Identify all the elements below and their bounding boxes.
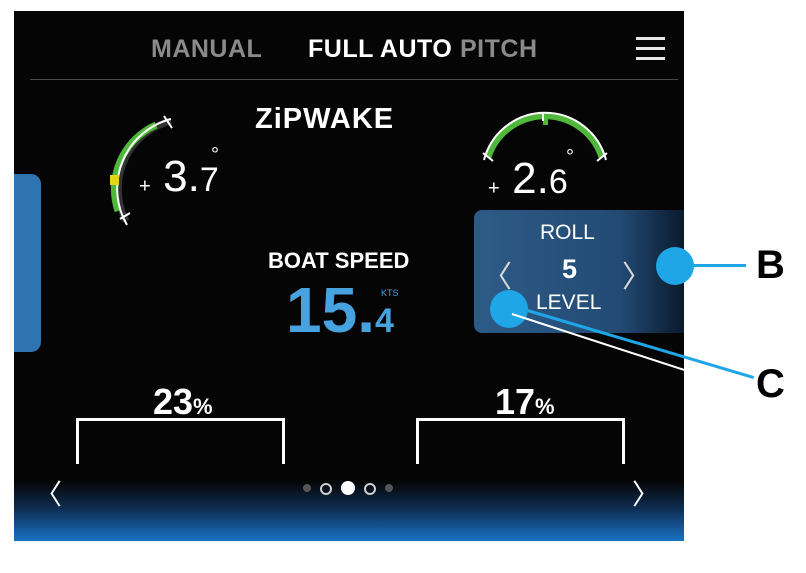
left-interceptor-unit: % <box>193 394 213 419</box>
roll-value-dec: 6 <box>548 163 568 201</box>
page-next-chevron-icon[interactable]: 〉 <box>632 473 660 513</box>
pitch-degree: ° <box>211 144 219 166</box>
zipwake-logo: ZiPWAKE <box>255 103 395 135</box>
header-divider <box>30 79 678 80</box>
boat-speed-value: 15.4 <box>286 273 394 347</box>
tab-manual[interactable]: MANUAL <box>151 35 262 64</box>
zipwake-display: MANUAL FULL AUTO PITCH ZiPWAKE + 3.7 ° +… <box>14 11 684 541</box>
left-interceptor-bar <box>76 418 285 464</box>
roll-sign: + <box>488 177 500 200</box>
boat-speed-int: 15 <box>286 274 358 346</box>
right-interceptor-value: 17 <box>495 381 536 422</box>
page-dot-3-active[interactable] <box>341 481 355 495</box>
roll-value-int: 2. <box>512 154 549 203</box>
roll-level-label: LEVEL <box>536 291 602 314</box>
page-dot-1[interactable] <box>303 484 311 492</box>
pitch-value-int: 3. <box>163 152 200 201</box>
boat-speed-unit: KTS <box>381 288 399 298</box>
callout-b-label: B <box>756 243 785 287</box>
left-side-tab[interactable] <box>14 174 41 352</box>
left-interceptor-value: 23 <box>153 381 194 422</box>
roll-title: ROLL <box>540 221 595 244</box>
menu-icon[interactable] <box>636 37 665 63</box>
boat-speed-label: BOAT SPEED <box>268 248 410 273</box>
roll-level-value: 5 <box>562 254 578 284</box>
boat-speed-dot: . <box>357 274 375 346</box>
callout-b-line <box>690 264 746 267</box>
right-interceptor-bar <box>416 418 625 464</box>
right-interceptor-percent: 17% <box>495 381 555 423</box>
page-dot-5[interactable] <box>385 484 393 492</box>
boat-speed-dec: 4 <box>374 302 394 340</box>
right-interceptor-unit: % <box>535 394 555 419</box>
left-interceptor-percent: 23% <box>153 381 213 423</box>
callout-b-dot <box>656 247 694 285</box>
roll-readout: + 2.6 ° <box>488 146 574 204</box>
pitch-readout: + 3.7 ° <box>139 144 219 202</box>
page-prev-chevron-icon[interactable]: 〈 <box>34 473 62 513</box>
callout-c-label: C <box>756 362 785 406</box>
tab-pitch[interactable]: PITCH <box>460 35 538 64</box>
roll-degree: ° <box>566 146 574 168</box>
page-dot-4[interactable] <box>364 483 376 495</box>
tab-full-auto[interactable]: FULL AUTO <box>308 35 452 64</box>
page-dot-2[interactable] <box>320 483 332 495</box>
roll-next-chevron-icon[interactable]: 〉 <box>622 252 652 296</box>
pitch-sign: + <box>139 175 151 198</box>
